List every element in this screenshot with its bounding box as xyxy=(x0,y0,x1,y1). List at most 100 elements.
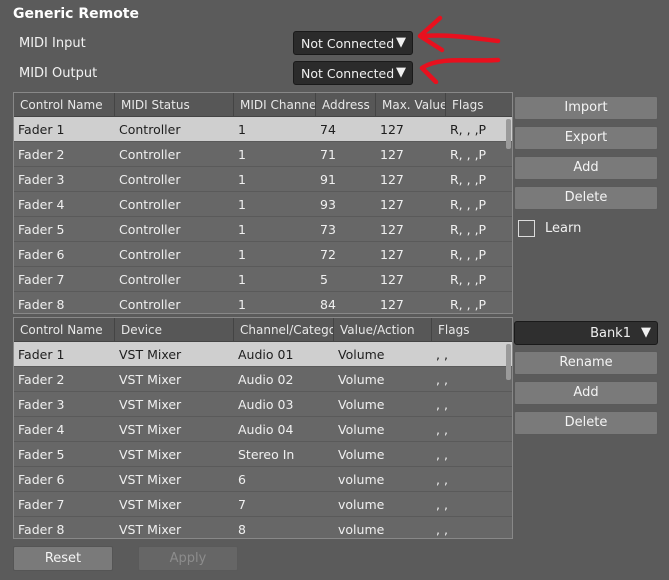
table-cell: Fader 6 xyxy=(18,472,65,487)
actions-table: Control Name Device Channel/Category Val… xyxy=(13,317,513,539)
table-cell: Fader 2 xyxy=(18,372,65,387)
learn-checkbox[interactable] xyxy=(518,220,535,237)
table-cell: 127 xyxy=(380,147,404,162)
table-row[interactable]: Fader 3 Controller 1 91 127 R, , ,P xyxy=(14,167,512,192)
column-header[interactable]: Flags xyxy=(432,318,512,342)
table-row[interactable]: Fader 2 Controller 1 71 127 R, , ,P xyxy=(14,142,512,167)
table-row[interactable]: Fader 1 VST Mixer Audio 01 Volume , , xyxy=(14,342,512,367)
table-cell: Fader 5 xyxy=(18,447,65,462)
table-cell: R, , ,P xyxy=(450,122,487,137)
midi-output-dropdown[interactable]: Not Connected ▼ xyxy=(293,61,413,85)
table-cell: 1 xyxy=(238,272,246,287)
table-row[interactable]: Fader 4 Controller 1 93 127 R, , ,P xyxy=(14,192,512,217)
table-cell: , , xyxy=(436,422,448,437)
column-header[interactable]: Channel/Category xyxy=(234,318,334,342)
vertical-scrollbar[interactable] xyxy=(506,117,512,313)
actions-table-header: Control Name Device Channel/Category Val… xyxy=(14,318,512,342)
add-bank-button[interactable]: Add xyxy=(514,381,658,405)
delete-bank-button[interactable]: Delete xyxy=(514,411,658,435)
table-cell: Volume xyxy=(338,397,385,412)
import-button[interactable]: Import xyxy=(514,96,658,120)
table-cell: 127 xyxy=(380,272,404,287)
apply-button[interactable]: Apply xyxy=(138,546,238,571)
table-cell: 127 xyxy=(380,197,404,212)
midi-input-dropdown[interactable]: Not Connected ▼ xyxy=(293,31,413,55)
table-row[interactable]: Fader 4 VST Mixer Audio 04 Volume , , xyxy=(14,417,512,442)
table-row[interactable]: Fader 2 VST Mixer Audio 02 Volume , , xyxy=(14,367,512,392)
delete-control-button[interactable]: Delete xyxy=(514,186,658,210)
column-header[interactable]: Control Name xyxy=(14,318,115,342)
table-row[interactable]: Fader 5 Controller 1 73 127 R, , ,P xyxy=(14,217,512,242)
reset-button[interactable]: Reset xyxy=(13,546,113,571)
midi-input-value: Not Connected xyxy=(301,36,395,51)
export-button[interactable]: Export xyxy=(514,126,658,150)
column-header[interactable]: Address xyxy=(316,93,376,117)
table-row[interactable]: Fader 8 Controller 1 84 127 R, , ,P xyxy=(14,292,512,313)
column-header[interactable]: Flags xyxy=(446,93,512,117)
table-row[interactable]: Fader 8 VST Mixer 8 volume , , xyxy=(14,517,512,538)
chevron-down-icon: ▼ xyxy=(641,325,651,340)
table-cell: Controller xyxy=(119,147,181,162)
column-header[interactable]: Device xyxy=(115,318,234,342)
table-cell: Fader 2 xyxy=(18,147,65,162)
table-cell: Controller xyxy=(119,222,181,237)
table-cell: Volume xyxy=(338,372,385,387)
table-cell: , , xyxy=(436,447,448,462)
table-cell: VST Mixer xyxy=(119,372,182,387)
table-row[interactable]: Fader 6 Controller 1 72 127 R, , ,P xyxy=(14,242,512,267)
table-cell: Controller xyxy=(119,247,181,262)
scrollbar-thumb[interactable] xyxy=(506,344,511,380)
table-row[interactable]: Fader 7 VST Mixer 7 volume , , xyxy=(14,492,512,517)
table-cell: Fader 5 xyxy=(18,222,65,237)
red-arrow-annotation-icon xyxy=(417,15,501,84)
table-cell: Controller xyxy=(119,272,181,287)
table-cell: , , xyxy=(436,522,448,537)
column-header[interactable]: Control Name xyxy=(14,93,115,117)
table-cell: Controller xyxy=(119,197,181,212)
midi-output-value: Not Connected xyxy=(301,66,395,81)
chevron-down-icon: ▼ xyxy=(396,35,406,50)
table-cell: volume xyxy=(338,497,385,512)
table-cell: 8 xyxy=(238,522,246,537)
table-cell: 1 xyxy=(238,122,246,137)
table-cell: 7 xyxy=(238,497,246,512)
table-cell: 1 xyxy=(238,147,246,162)
table-cell: Volume xyxy=(338,347,385,362)
table-row[interactable]: Fader 1 Controller 1 74 127 R, , ,P xyxy=(14,117,512,142)
table-cell: Volume xyxy=(338,422,385,437)
column-header[interactable]: MIDI Channel xyxy=(234,93,316,117)
table-cell: Fader 8 xyxy=(18,297,65,312)
column-header[interactable]: Value/Action xyxy=(334,318,432,342)
table-cell: , , xyxy=(436,497,448,512)
scrollbar-thumb[interactable] xyxy=(506,119,511,149)
table-row[interactable]: Fader 6 VST Mixer 6 volume , , xyxy=(14,467,512,492)
table-cell: 5 xyxy=(320,272,328,287)
add-control-button[interactable]: Add xyxy=(514,156,658,180)
table-cell: Fader 4 xyxy=(18,197,65,212)
panel-title: Generic Remote xyxy=(13,6,139,22)
column-header[interactable]: MIDI Status xyxy=(115,93,234,117)
table-cell: VST Mixer xyxy=(119,347,182,362)
table-row[interactable]: Fader 7 Controller 1 5 127 R, , ,P xyxy=(14,267,512,292)
column-header[interactable]: Max. Value xyxy=(376,93,446,117)
controls-table-header: Control Name MIDI Status MIDI Channel Ad… xyxy=(14,93,512,117)
table-cell: Fader 3 xyxy=(18,397,65,412)
table-cell: VST Mixer xyxy=(119,497,182,512)
bank-dropdown[interactable]: Bank1 ▼ xyxy=(514,321,658,345)
table-cell: Audio 04 xyxy=(238,422,294,437)
midi-input-label: MIDI Input xyxy=(19,36,86,51)
table-row[interactable]: Fader 5 VST Mixer Stereo In Volume , , xyxy=(14,442,512,467)
chevron-down-icon: ▼ xyxy=(396,65,406,80)
table-cell: R, , ,P xyxy=(450,247,487,262)
table-cell: 127 xyxy=(380,122,404,137)
table-cell: 71 xyxy=(320,147,336,162)
table-cell: , , xyxy=(436,372,448,387)
table-cell: 1 xyxy=(238,247,246,262)
table-cell: Fader 1 xyxy=(18,347,65,362)
rename-bank-button[interactable]: Rename xyxy=(514,351,658,375)
table-cell: Fader 7 xyxy=(18,272,65,287)
table-cell: Volume xyxy=(338,447,385,462)
vertical-scrollbar[interactable] xyxy=(506,342,512,538)
table-row[interactable]: Fader 3 VST Mixer Audio 03 Volume , , xyxy=(14,392,512,417)
table-cell: Controller xyxy=(119,172,181,187)
